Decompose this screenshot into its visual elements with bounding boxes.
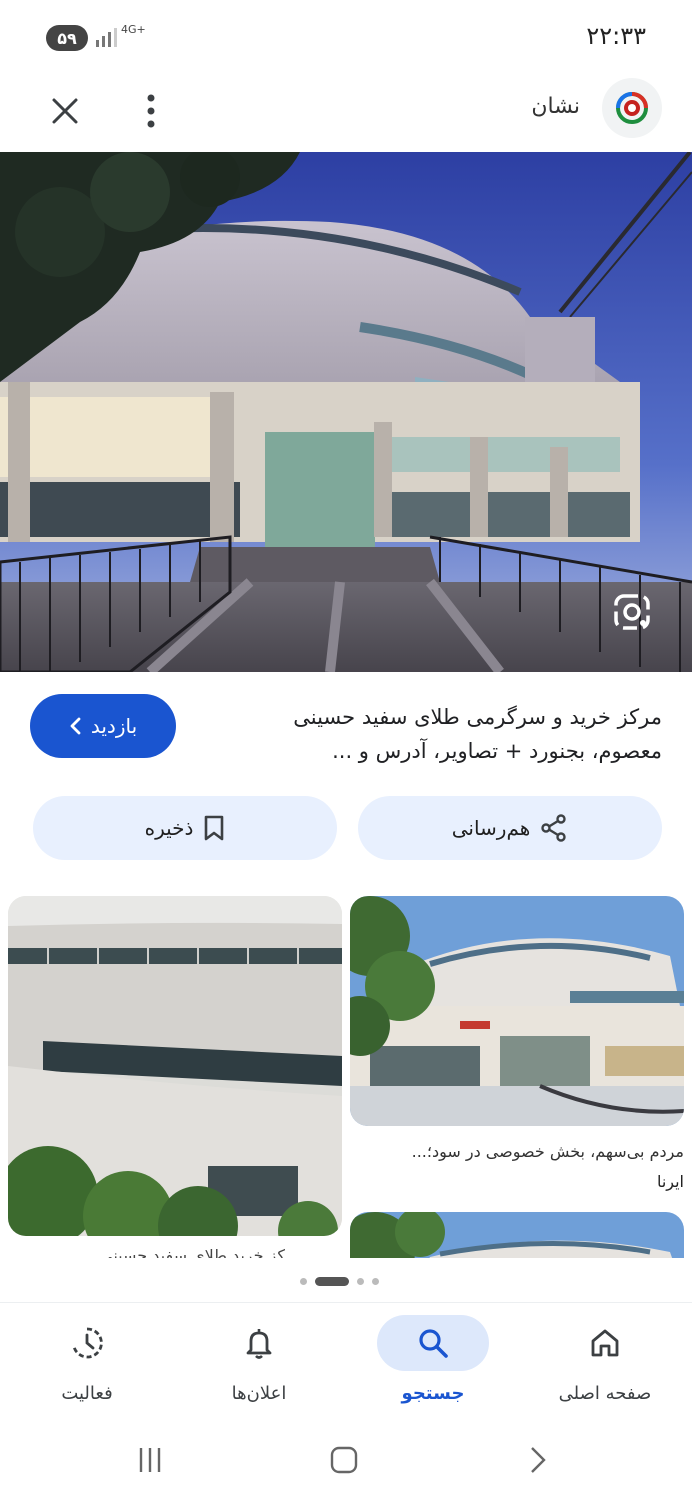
related-image-card[interactable]: [350, 1212, 684, 1258]
nav-activity-label: فعالیت: [61, 1383, 113, 1404]
close-icon: [52, 98, 78, 124]
clock: ۲۲:۳۳: [586, 22, 646, 50]
related-image: [350, 896, 684, 1126]
site-logo[interactable]: [602, 78, 662, 138]
related-images: مردم بی‌سهم، بخش خصوصی در سود؛... ایرنا …: [0, 896, 692, 1258]
recent-apps-icon: [139, 1448, 161, 1472]
system-navigation-bar: [0, 1422, 692, 1500]
recent-apps-button[interactable]: [130, 1440, 170, 1480]
activity-icon-wrap: [31, 1315, 143, 1371]
nav-search-label: جستجو: [401, 1383, 465, 1404]
save-button-label: ذخیره: [144, 816, 194, 840]
related-image: [8, 896, 342, 1236]
back-chevron-icon: [531, 1447, 546, 1473]
close-button[interactable]: [40, 86, 90, 136]
result-title-line2: معصوم، بجنورد + تصاویر، آدرس و ...: [332, 739, 662, 763]
nav-activity[interactable]: فعالیت: [12, 1315, 162, 1415]
home-icon: [591, 1329, 619, 1357]
bell-icon-wrap: [203, 1315, 315, 1371]
pager-dot: [372, 1277, 379, 1285]
pager-dot: [357, 1277, 364, 1285]
home-system-button[interactable]: [324, 1440, 364, 1480]
search-icon: [419, 1329, 448, 1358]
signal-icon: [96, 28, 117, 47]
nav-home-label: صفحه اصلی: [558, 1383, 652, 1404]
related-image-card[interactable]: [8, 896, 342, 1236]
save-button[interactable]: ذخیره: [33, 796, 337, 860]
nav-notifications[interactable]: اعلان‌ها: [184, 1315, 334, 1415]
pager-dot-active: [315, 1276, 349, 1286]
battery-indicator: ۵۹: [46, 25, 88, 51]
nav-home[interactable]: صفحه اصلی: [530, 1315, 680, 1415]
chevron-left-icon: [70, 717, 81, 735]
result-title-line1: مرکز خرید و سرگرمی طلای سفید حسینی: [293, 705, 662, 729]
home-icon-wrap: [549, 1315, 661, 1371]
visit-button-label: بازدید: [90, 714, 138, 738]
site-name[interactable]: نشان: [531, 94, 580, 119]
google-lens-button[interactable]: [612, 592, 652, 632]
result-title[interactable]: مرکز خرید و سرگرمی طلای سفید حسینی معصوم…: [202, 700, 662, 768]
related-image-source: ایرنا: [656, 1172, 684, 1191]
activity-icon: [72, 1327, 103, 1359]
bottom-navigation: صفحه اصلی جستجو اعلان‌ها فعالیت: [0, 1302, 692, 1422]
network-type-label: 4G+: [121, 23, 146, 36]
related-image: [350, 1212, 684, 1258]
pager-dot: [300, 1277, 307, 1285]
back-button[interactable]: [518, 1440, 558, 1480]
nav-search[interactable]: جستجو: [358, 1315, 508, 1415]
carousel-indicator: [300, 1276, 379, 1286]
search-icon-wrap: [377, 1315, 489, 1371]
lens-icon: [614, 594, 650, 630]
mall-photo: [0, 152, 692, 672]
visit-button[interactable]: بازدید: [30, 694, 176, 758]
share-icon: [541, 814, 567, 842]
share-button-label: هم‌رسانی: [451, 816, 531, 840]
more-options-button[interactable]: [128, 86, 174, 136]
bell-icon: [246, 1329, 272, 1359]
hero-image[interactable]: [0, 152, 692, 672]
more-vert-icon: [147, 94, 155, 128]
related-image-caption[interactable]: مردم بی‌سهم، بخش خصوصی در سود؛...: [350, 1138, 684, 1166]
related-image-card[interactable]: [350, 896, 684, 1126]
share-button[interactable]: هم‌رسانی: [358, 796, 662, 860]
result-header: نشان: [0, 72, 692, 152]
nav-notifications-label: اعلان‌ها: [231, 1383, 287, 1404]
home-square-icon: [330, 1446, 358, 1474]
site-logo-icon: [616, 92, 648, 124]
status-bar: ۵۹ 4G+ ۲۲:۳۳: [0, 0, 692, 72]
bookmark-icon: [205, 815, 224, 841]
related-image-caption-left[interactable]: کز خرید طلای سفید حسینی: [100, 1246, 285, 1258]
